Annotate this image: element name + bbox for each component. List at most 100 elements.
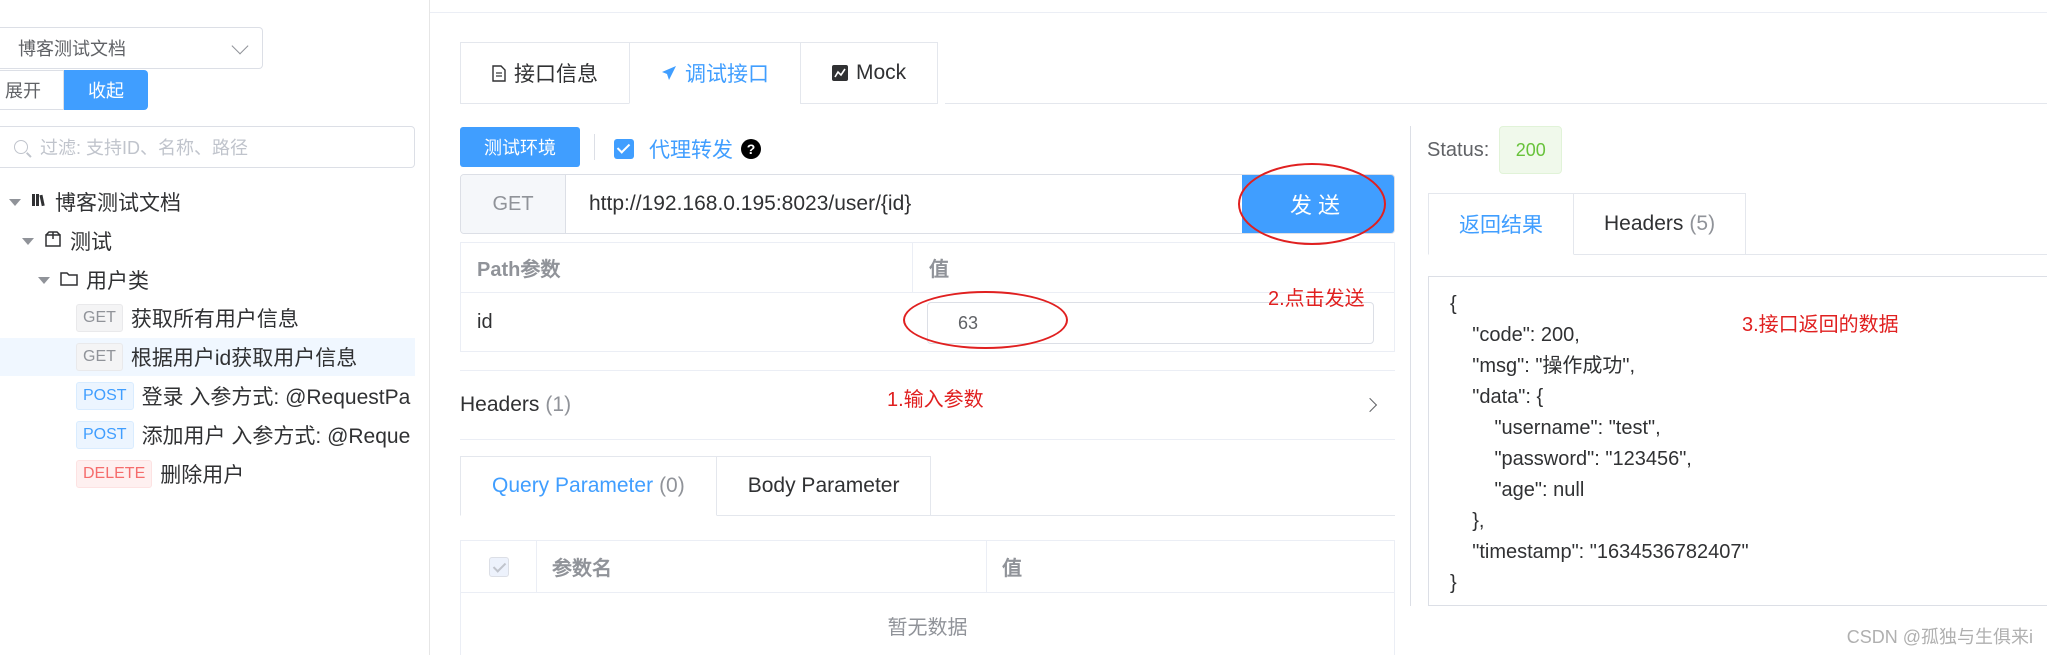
- tree-item[interactable]: POST 登录 入参方式: @RequestPa: [76, 377, 415, 415]
- tree-node-label: 博客测试文档: [55, 192, 181, 215]
- send-icon: [661, 65, 677, 81]
- annotation-step3: 3.接口返回的数据: [1742, 314, 1899, 336]
- chart-icon: [832, 65, 848, 81]
- tab-body-parameter[interactable]: Body Parameter: [716, 456, 932, 516]
- sidebar: 博客测试文档 展开 收起 过滤: 支持ID、名称、路径 博客测试文档 测试 用户…: [0, 0, 430, 655]
- help-icon[interactable]: ?: [741, 139, 761, 159]
- tree-item[interactable]: DELETE 删除用户: [76, 455, 244, 493]
- tree-node-folder[interactable]: 用户类: [38, 261, 149, 299]
- method-badge: GET: [76, 304, 123, 332]
- json-line: "timestamp": "1634536782407": [1450, 541, 1749, 563]
- expand-collapse-group: 展开 收起: [0, 70, 148, 110]
- method-badge: GET: [76, 343, 123, 371]
- document-icon: [492, 64, 506, 82]
- filter-placeholder: 过滤: 支持ID、名称、路径: [40, 138, 249, 158]
- tab-label: 调试接口: [685, 63, 769, 86]
- param-tabs: Query Parameter (0) Body Parameter: [460, 456, 932, 516]
- annotation-step2: 2.点击发送: [1268, 288, 1365, 310]
- tree-node-label: 用户类: [86, 270, 149, 293]
- search-icon: [14, 140, 28, 154]
- tree-item-active[interactable]: GET 根据用户id获取用户信息: [0, 338, 415, 376]
- response-tabs: 返回结果 Headers (5): [1428, 193, 1747, 255]
- chevron-right-icon: [1362, 397, 1378, 413]
- tree-item-label: 获取所有用户信息: [130, 308, 299, 331]
- proxy-toggle[interactable]: 代理转发 ?: [614, 134, 761, 164]
- collapse-button[interactable]: 收起: [64, 70, 148, 110]
- tab-label: 接口信息: [514, 63, 598, 86]
- tab-label: Query Parameter: [492, 474, 654, 497]
- chevron-down-icon: [231, 37, 249, 55]
- package-icon: [44, 230, 62, 253]
- method-badge: POST: [76, 382, 134, 410]
- path-params-header: Path参数 值: [461, 243, 1394, 293]
- status-label: Status:: [1427, 138, 1490, 161]
- tree-node-group[interactable]: 测试: [22, 222, 112, 260]
- json-line: "data": {: [1450, 386, 1544, 408]
- tree-item-label: 根据用户id获取用户信息: [130, 347, 358, 370]
- json-line: "username": "test",: [1450, 417, 1661, 439]
- query-params-header: 参数名 值: [461, 541, 1394, 593]
- tabs-divider: [945, 103, 2047, 104]
- watermark: CSDN @孤独与生俱来i: [1846, 627, 2033, 647]
- proxy-label: 代理转发: [649, 139, 733, 162]
- json-line: }: [1450, 572, 1457, 594]
- empty-text: 暂无数据: [887, 617, 968, 639]
- headers-count: (1): [545, 393, 572, 416]
- select-all-cell: [461, 541, 537, 592]
- tree-item-label: 登录 入参方式: @RequestPa: [141, 386, 411, 409]
- book-icon: [31, 192, 47, 213]
- filter-input[interactable]: 过滤: 支持ID、名称、路径: [0, 126, 415, 168]
- param-tabs-divider: [930, 515, 1395, 516]
- tab-response-headers[interactable]: Headers (5): [1574, 193, 1747, 255]
- folder-icon: [60, 270, 78, 291]
- project-select[interactable]: 博客测试文档: [0, 27, 263, 69]
- tree-item[interactable]: POST 添加用户 入参方式: @Reque: [76, 416, 415, 454]
- caret-down-icon: [38, 276, 50, 284]
- annotation-step1: 1.输入参数: [887, 389, 984, 411]
- tab-label: Headers: [1604, 212, 1684, 235]
- url-method: GET: [461, 175, 566, 233]
- tree-item-label: 添加用户 入参方式: @Reque: [141, 425, 411, 448]
- tab-count: (5): [1689, 212, 1716, 235]
- tab-api-info[interactable]: 接口信息: [460, 42, 629, 104]
- tree-item[interactable]: GET 获取所有用户信息: [76, 299, 416, 337]
- method-badge: DELETE: [76, 460, 153, 488]
- project-select-value: 博客测试文档: [18, 39, 126, 59]
- caret-down-icon: [9, 198, 21, 206]
- json-line: "msg": "操作成功",: [1450, 355, 1636, 377]
- tab-response-body[interactable]: 返回结果: [1428, 193, 1574, 255]
- expand-button[interactable]: 展开: [0, 70, 64, 110]
- tab-debug[interactable]: 调试接口: [629, 42, 800, 104]
- tab-query-parameter[interactable]: Query Parameter (0): [460, 456, 717, 516]
- annotation-ring-input: [903, 291, 1068, 349]
- col-param-name: 参数名: [537, 541, 987, 592]
- tab-label: 返回结果: [1459, 214, 1543, 237]
- param-name: id: [477, 310, 493, 333]
- select-all-checkbox: [488, 556, 509, 577]
- annotation-ring-send: [1238, 163, 1386, 245]
- status-badge: 200: [1499, 126, 1563, 174]
- tab-label: Body Parameter: [747, 474, 900, 497]
- separator: [594, 134, 595, 160]
- top-divider: [430, 12, 2047, 13]
- url-input[interactable]: http://192.168.0.195:8023/user/{id}: [566, 175, 1242, 233]
- json-line: "age": null: [1450, 479, 1585, 501]
- proxy-checkbox[interactable]: [614, 139, 634, 159]
- json-line: "password": "123456",: [1450, 448, 1692, 470]
- col-value: 值: [1002, 558, 1022, 580]
- json-line: },: [1450, 510, 1485, 532]
- col-path-param: Path参数: [461, 243, 913, 292]
- response-json: { "code": 200, "msg": "操作成功", "data": { …: [1428, 276, 2047, 606]
- main-tabs: 接口信息 调试接口 Mock: [460, 42, 939, 104]
- tab-count: (0): [659, 474, 685, 497]
- tab-label: Mock: [856, 61, 907, 84]
- response-divider: [1410, 126, 1411, 606]
- response-status: Status: 200: [1427, 126, 1563, 174]
- col-value: 值: [929, 259, 949, 281]
- tree-node-label: 测试: [70, 231, 112, 254]
- tree-node-root[interactable]: 博客测试文档: [9, 183, 181, 221]
- tab-mock[interactable]: Mock: [800, 42, 939, 104]
- env-button[interactable]: 测试环境: [460, 127, 580, 167]
- caret-down-icon: [22, 237, 34, 245]
- tree-item-label: 删除用户: [160, 464, 245, 487]
